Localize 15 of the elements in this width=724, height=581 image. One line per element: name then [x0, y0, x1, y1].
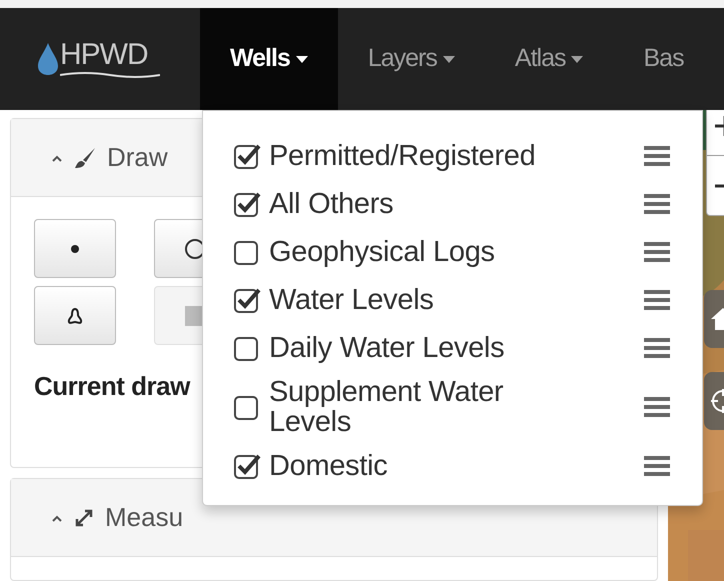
current-draw-label: Current draw [34, 370, 190, 403]
layer-label[interactable]: All Others [269, 189, 554, 219]
layer-label[interactable]: Geophysical Logs [269, 237, 554, 267]
layer-label[interactable]: Water Levels [269, 285, 554, 315]
nav-menu[interactable]: Atlas [484, 8, 614, 110]
logo-text: HPWD [60, 39, 148, 71]
nav-menu[interactable]: Wells [200, 8, 338, 110]
layer-label[interactable]: Supplement Water Levels [269, 377, 554, 437]
layer-label[interactable]: Daily Water Levels [269, 333, 554, 363]
layer-label[interactable]: Permitted/Registered [269, 141, 554, 171]
layer-label[interactable]: Domestic [269, 451, 554, 481]
panel-title[interactable]: Draw [107, 138, 168, 177]
nav-menu[interactable]: Layers [338, 8, 485, 110]
nav-menu[interactable]: Bas [613, 8, 714, 110]
panel-title[interactable]: Measu [105, 498, 184, 537]
